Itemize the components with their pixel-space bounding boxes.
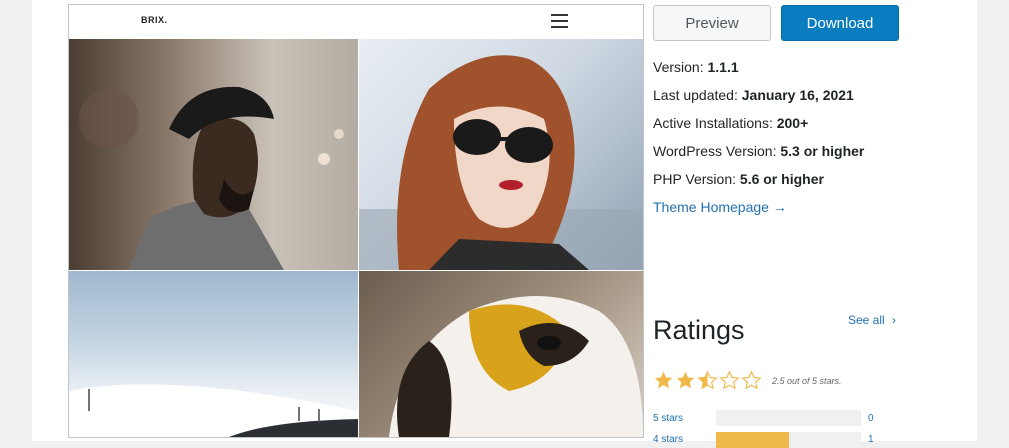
rating-row-label[interactable]: 4 stars — [653, 434, 683, 445]
ratings-heading: Ratings — [653, 315, 745, 345]
star-full-icon — [654, 371, 673, 389]
photo-woman-sunglasses — [359, 39, 643, 270]
photo-dog — [359, 271, 643, 437]
rating-row-label[interactable]: 5 stars — [653, 413, 683, 424]
chevron-right-icon: › — [892, 313, 897, 327]
meta-wordpress-version: WordPress Version: 5.3 or higher — [653, 143, 865, 159]
star-full-icon — [676, 371, 695, 389]
theme-page: BRIX. Preview Download Version: 1.1.1 La… — [32, 0, 977, 448]
photo-man-in-cap — [69, 39, 358, 270]
rating-bar-5[interactable] — [716, 410, 861, 426]
preview-button[interactable]: Preview — [653, 5, 771, 41]
theme-screenshot: BRIX. — [68, 4, 644, 438]
star-empty-icon — [741, 370, 762, 390]
star-half-icon — [697, 370, 718, 390]
star-empty-icon — [719, 370, 740, 390]
meta-php-version: PHP Version: 5.6 or higher — [653, 171, 824, 187]
photo-snowy-road — [69, 271, 358, 437]
rating-count: 0 — [868, 413, 874, 424]
rating-bar-fill — [716, 432, 789, 448]
preview-brand: BRIX. — [141, 15, 168, 25]
meta-last-updated: Last updated: January 16, 2021 — [653, 87, 854, 103]
rating-bar-4[interactable] — [716, 432, 861, 448]
see-all-link[interactable]: See all › — [848, 313, 896, 327]
preview-header: BRIX. — [69, 5, 643, 39]
meta-active-installations: Active Installations: 200+ — [653, 115, 809, 131]
download-button[interactable]: Download — [781, 5, 899, 41]
theme-homepage-link[interactable]: Theme Homepage → — [653, 199, 787, 215]
meta-version: Version: 1.1.1 — [653, 59, 739, 75]
rating-count: 1 — [868, 434, 874, 445]
rating-summary: 2.5 out of 5 stars. — [772, 376, 842, 386]
star-rating — [653, 370, 765, 392]
hamburger-menu-icon — [551, 14, 568, 28]
